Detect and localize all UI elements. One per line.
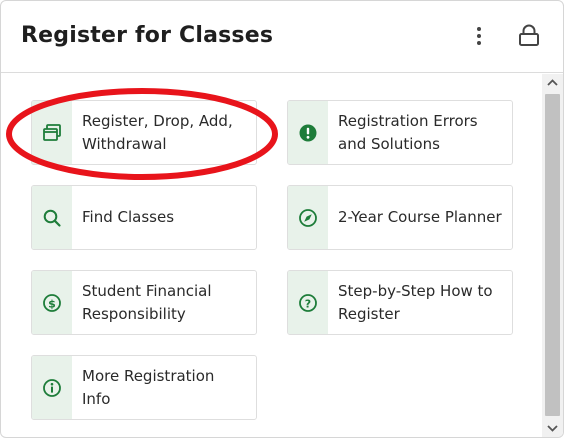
- tile-registration-errors[interactable]: Registration Errors and Solutions: [287, 100, 513, 165]
- question-circle-icon: ?: [299, 293, 317, 312]
- compass-icon: [299, 208, 317, 227]
- dollar-circle-icon: $: [43, 293, 61, 312]
- card-title: Register for Classes: [21, 23, 274, 48]
- window-stack-icon: [43, 123, 61, 141]
- tile-label: Registration Errors and Solutions: [338, 111, 478, 153]
- card-header: Register for Classes: [1, 1, 563, 73]
- tile-find-classes[interactable]: Find Classes: [31, 185, 257, 250]
- scrollbar-thumb[interactable]: [545, 94, 560, 416]
- vertical-scrollbar[interactable]: [542, 74, 563, 437]
- scroll-up-button[interactable]: [542, 74, 563, 92]
- tile-label: Find Classes: [82, 208, 175, 226]
- tile-more-registration-info[interactable]: More Registration Info: [31, 355, 257, 420]
- tile-label: 2-Year Course Planner: [338, 208, 502, 226]
- scroll-down-button[interactable]: [542, 419, 563, 437]
- chevron-up-icon: [547, 79, 558, 86]
- exclamation-circle-icon: [299, 124, 317, 141]
- lock-icon: [519, 24, 539, 46]
- lock-button[interactable]: [515, 23, 543, 49]
- svg-text:?: ?: [305, 297, 311, 310]
- tile-label: Register, Drop, Add, Withdrawal: [82, 111, 233, 153]
- info-circle-icon: [43, 378, 61, 397]
- tiles-area: Register, Drop, Add, Withdrawal Registra…: [1, 74, 542, 437]
- chevron-down-icon: [547, 425, 558, 432]
- more-options-button[interactable]: [467, 23, 491, 49]
- tile-course-planner[interactable]: 2-Year Course Planner: [287, 185, 513, 250]
- kebab-vertical-icon: [477, 27, 481, 45]
- tile-label: More Registration Info: [82, 366, 215, 408]
- tile-step-by-step-how-to-register[interactable]: ? Step-by-Step How to Register: [287, 270, 513, 335]
- search-icon: [43, 209, 61, 227]
- svg-text:$: $: [48, 297, 56, 310]
- tile-label: Step-by-Step How to Register: [338, 281, 493, 323]
- tile-student-financial-responsibility[interactable]: $ Student Financial Responsibility: [31, 270, 257, 335]
- tile-register-drop-add-withdrawal[interactable]: Register, Drop, Add, Withdrawal: [31, 100, 257, 165]
- tile-label: Student Financial Responsibility: [82, 281, 212, 323]
- register-for-classes-card: Register for Classes Register, Drop, Add…: [0, 0, 564, 438]
